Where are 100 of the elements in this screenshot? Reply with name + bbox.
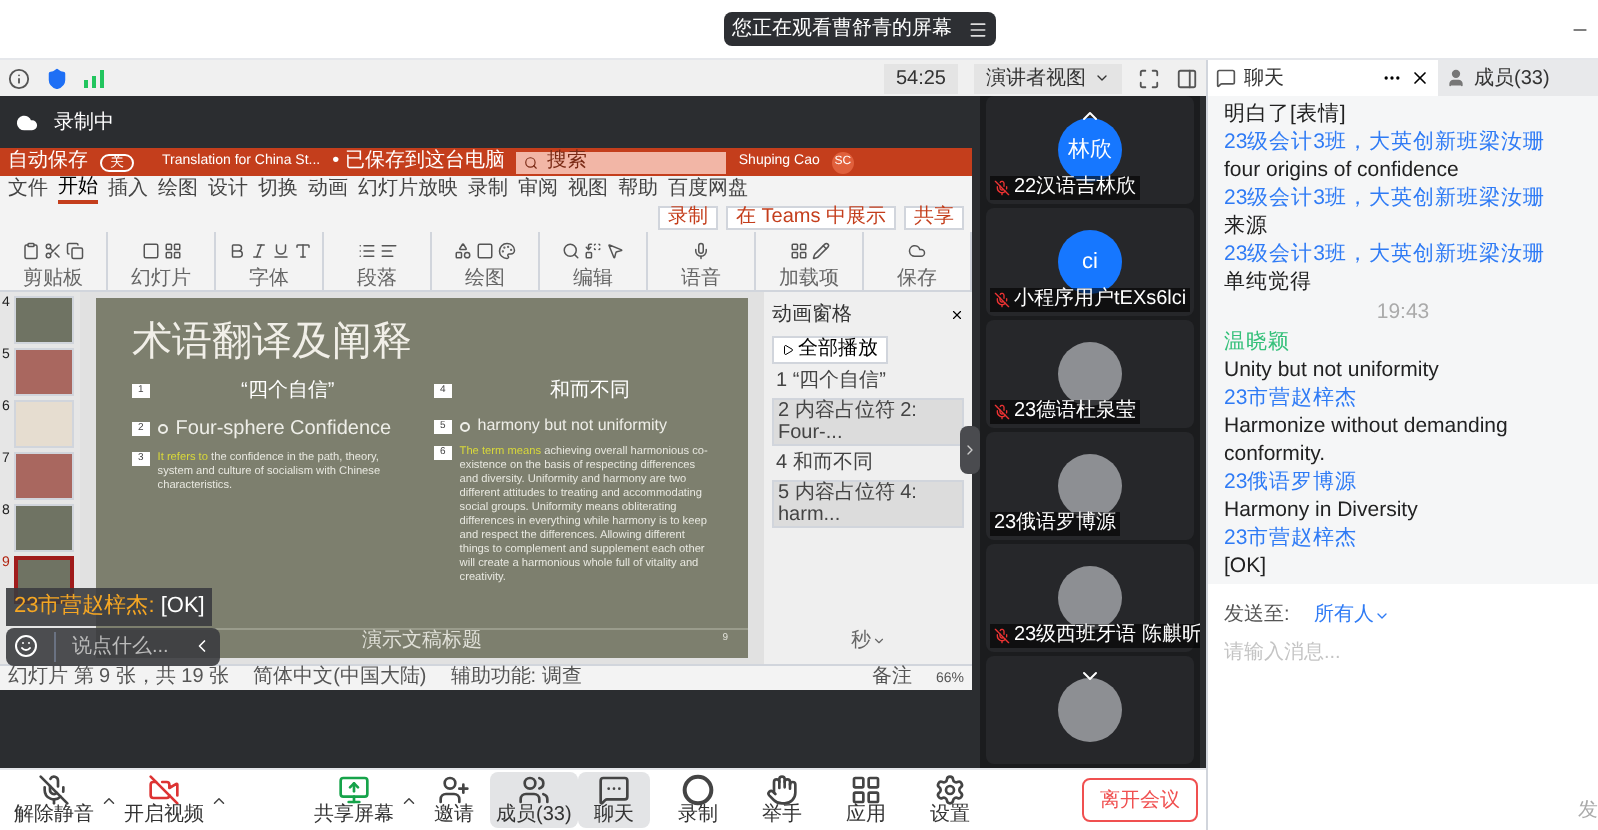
ribbon-tool-icon[interactable] [141,241,159,259]
collapse-video-button[interactable] [960,426,980,474]
message-text: 来源 [1224,212,1270,240]
info-icon[interactable] [8,67,30,89]
toolbar-button[interactable]: 成员(33) [490,772,578,828]
mic-muted-icon [38,774,70,806]
ribbon-tool-icon[interactable] [606,241,624,259]
ribbon-tab[interactable]: 切换 [258,179,298,201]
ribbon-tool-icon[interactable] [249,241,267,259]
ribbon-tab[interactable]: 录制 [468,179,508,201]
animation-item[interactable]: 4 和而不同 [772,452,964,474]
toolbar-button[interactable]: 应用 [829,772,902,828]
play-all-button[interactable]: 全部播放 [772,336,888,364]
message-text: 单纯觉得 [1224,268,1314,296]
ribbon-group-label: 语音 [681,268,721,290]
ribbon-tool-icon[interactable] [692,241,710,259]
ribbon-action-button[interactable]: 录制 [657,206,718,230]
ribbon-tool-icon[interactable] [789,241,807,259]
ribbon-tab[interactable]: 设计 [208,179,248,201]
emoji-icon[interactable] [14,634,38,658]
animation-item[interactable]: 2 内容占位符 2: Four-... [772,398,964,446]
ribbon-action-button[interactable]: 在 Teams 中展示 [725,206,896,230]
ribbon-tool-icon[interactable] [293,241,311,259]
person-icon [1446,68,1466,88]
notes-button[interactable]: 备注 [871,668,912,688]
presenter-view-button[interactable]: 演讲者视图 [974,63,1122,93]
ribbon-tab[interactable]: 百度网盘 [668,179,748,201]
bullet-text: Four-sphere Confidence [175,416,392,444]
ribbon-tool-icon[interactable] [584,241,602,259]
ribbon-tool-icon[interactable] [22,241,40,259]
ribbon-tab[interactable]: 绘图 [158,179,198,201]
ribbon-tool-icon[interactable] [498,241,516,259]
toolbar-button[interactable]: 共享屏幕 [308,772,400,828]
ribbon-tool-icon[interactable] [454,241,472,259]
chat-icon [1216,68,1236,88]
time-unit-dropdown[interactable]: 秒 [851,626,885,656]
ribbon-tab[interactable]: 文件 [8,179,48,201]
ribbon-tool-icon[interactable] [476,241,494,259]
leave-meeting-button[interactable]: 离开会议 [1082,778,1198,822]
toolbar-button[interactable]: 聊天 [577,772,650,828]
ribbon-tab[interactable]: 动画 [308,179,348,201]
message-sender: 23俄语罗博源 [1224,468,1360,496]
signal-icon [84,69,104,87]
ribbon-group-label: 保存 [897,268,937,290]
share-screen-icon [338,774,370,806]
ribbon-tab[interactable]: 幻灯片放映 [358,179,458,201]
ribbon-tool-icon[interactable] [811,241,829,259]
message-sender: 23级会计3班，大英创新班梁汝珊 [1224,240,1548,268]
close-icon[interactable] [1410,68,1430,88]
quick-chat-toast[interactable]: 说点什么... [6,627,221,665]
message-time: 19:43 [1374,298,1432,326]
ribbon-tool-icon[interactable] [44,241,62,259]
ribbon-tab[interactable]: 审阅 [518,179,558,201]
search-icon [524,155,539,169]
side-panel-icon[interactable] [1176,67,1198,89]
chevron-icon [962,442,978,458]
ribbon-tool-icon[interactable] [163,241,181,259]
message-sender: 23市营赵梓杰 [1224,524,1360,552]
ribbon-group-label: 编辑 [573,268,613,290]
hand-icon [765,774,798,806]
ribbon-tab[interactable]: 插入 [108,179,148,201]
ribbon-tool-icon[interactable] [271,241,289,259]
ribbon-action-button[interactable]: 共享 [904,206,964,230]
message-sender: 23级会计3班，大英创新班梁汝珊 [1224,184,1548,212]
ribbon-tool-icon[interactable] [357,241,375,259]
accessibility-status: 辅助功能: 调查 [450,668,582,688]
recording-cloud-icon [16,111,38,133]
ribbon-tool-icon[interactable] [908,241,926,259]
toolbar-button[interactable]: 设置 [913,772,986,828]
language-status: 简体中文(中国大陆) [253,668,427,688]
recipient-dropdown[interactable]: 所有人 [1313,600,1390,630]
search-field[interactable]: 搜索 [516,151,727,173]
animation-item[interactable]: 1 “四个自信” [772,370,964,392]
apps-icon [849,774,882,806]
ribbon-tab[interactable]: 帮助 [618,179,658,201]
muted-mic-icon [994,180,1010,196]
toolbar-button[interactable]: 开启视频 [118,772,210,828]
message-sender: 23级会计3班，大英创新班梁汝珊 [1224,128,1548,156]
toolbar-button[interactable]: 举手 [745,772,818,828]
menu-icon[interactable] [968,19,988,39]
ribbon-group-label: 绘图 [465,268,505,290]
ribbon-tab[interactable]: 视图 [568,179,608,201]
toolbar-button[interactable]: 录制 [661,772,734,828]
message-input[interactable]: 请输入消息... [1224,638,1582,668]
message-text: four origins of confidence [1224,156,1461,184]
ribbon-tool-icon[interactable] [379,241,397,259]
ribbon-tool-icon[interactable] [562,241,580,259]
ribbon-tool-icon[interactable] [227,241,245,259]
animation-item[interactable]: 5 内容占位符 4: harm... [772,480,964,528]
message-text: Harmony in Diversity [1224,496,1420,524]
banner-text: 您正在观看曹舒青的屏幕 [732,15,952,44]
ribbon-tool-icon[interactable] [66,241,84,259]
muted-mic-icon [994,292,1010,308]
muted-mic-icon [994,404,1010,420]
close-icon[interactable] [950,308,964,322]
shield-icon[interactable] [46,67,68,89]
toolbar-button[interactable]: 邀请 [418,772,490,828]
panel-tab[interactable]: 成员(33) [1438,60,1598,96]
toolbar-button[interactable]: 解除静音 [8,772,100,828]
fullscreen-icon[interactable] [1138,67,1160,89]
